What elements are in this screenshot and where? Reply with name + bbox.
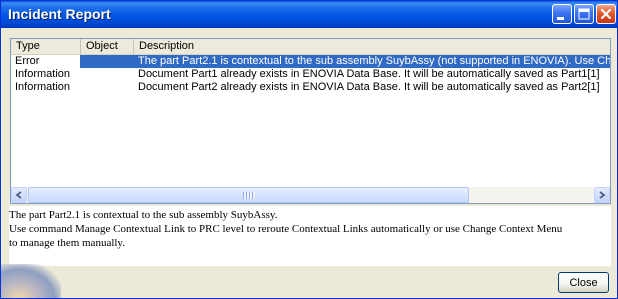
row-type: Error — [15, 55, 40, 67]
row-description: Document Part1 already exists in ENOVIA … — [138, 68, 600, 80]
detail-line: The part Part2.1 is contextual to the su… — [9, 209, 278, 221]
detail-line: to manage them manually. — [9, 237, 125, 249]
decorative-corner-glow — [1, 264, 61, 298]
scroll-right-button[interactable] — [594, 187, 610, 203]
row-description: Document Part2 already exists in ENOVIA … — [138, 81, 600, 93]
scroll-left-button[interactable] — [11, 187, 27, 203]
close-button[interactable]: Close — [558, 272, 609, 293]
incident-list[interactable]: Type Object Description Error The part P… — [10, 38, 611, 204]
maximize-button[interactable] — [574, 4, 594, 24]
scroll-left-icon — [15, 191, 22, 199]
row-type: Information — [15, 81, 71, 93]
row-object — [85, 81, 133, 94]
row-description: The part Part2.1 is contextual to the su… — [138, 55, 611, 67]
minimize-button[interactable] — [552, 4, 572, 24]
row-object — [85, 68, 133, 81]
minimize-icon — [557, 17, 564, 20]
close-window-button[interactable] — [596, 4, 616, 24]
close-icon — [600, 8, 612, 20]
table-row[interactable]: Information Document Part1 already exist… — [11, 68, 610, 81]
row-type: Information — [15, 68, 71, 80]
incident-report-window: Incident Report Type Object Description … — [0, 0, 618, 299]
incident-details-panel: The part Part2.1 is contextual to the su… — [9, 206, 611, 266]
detail-line: Use command Manage Contextual Link to PR… — [9, 223, 563, 235]
table-row[interactable]: Error The part Part2.1 is contextual to … — [11, 55, 611, 68]
column-header-description[interactable]: Description — [134, 39, 610, 54]
table-row[interactable]: Information Document Part2 already exist… — [11, 81, 610, 94]
window-title: Incident Report — [8, 6, 111, 22]
list-header: Type Object Description — [11, 39, 610, 55]
scroll-right-icon — [599, 191, 606, 199]
scrollbar-thumb[interactable] — [28, 187, 469, 203]
maximize-icon — [578, 8, 590, 20]
title-bar[interactable]: Incident Report — [1, 1, 617, 28]
row-object — [85, 55, 133, 68]
column-header-type[interactable]: Type — [11, 39, 81, 54]
horizontal-scrollbar[interactable] — [11, 187, 610, 203]
scrollbar-grip — [243, 192, 255, 199]
column-header-object[interactable]: Object — [81, 39, 134, 54]
